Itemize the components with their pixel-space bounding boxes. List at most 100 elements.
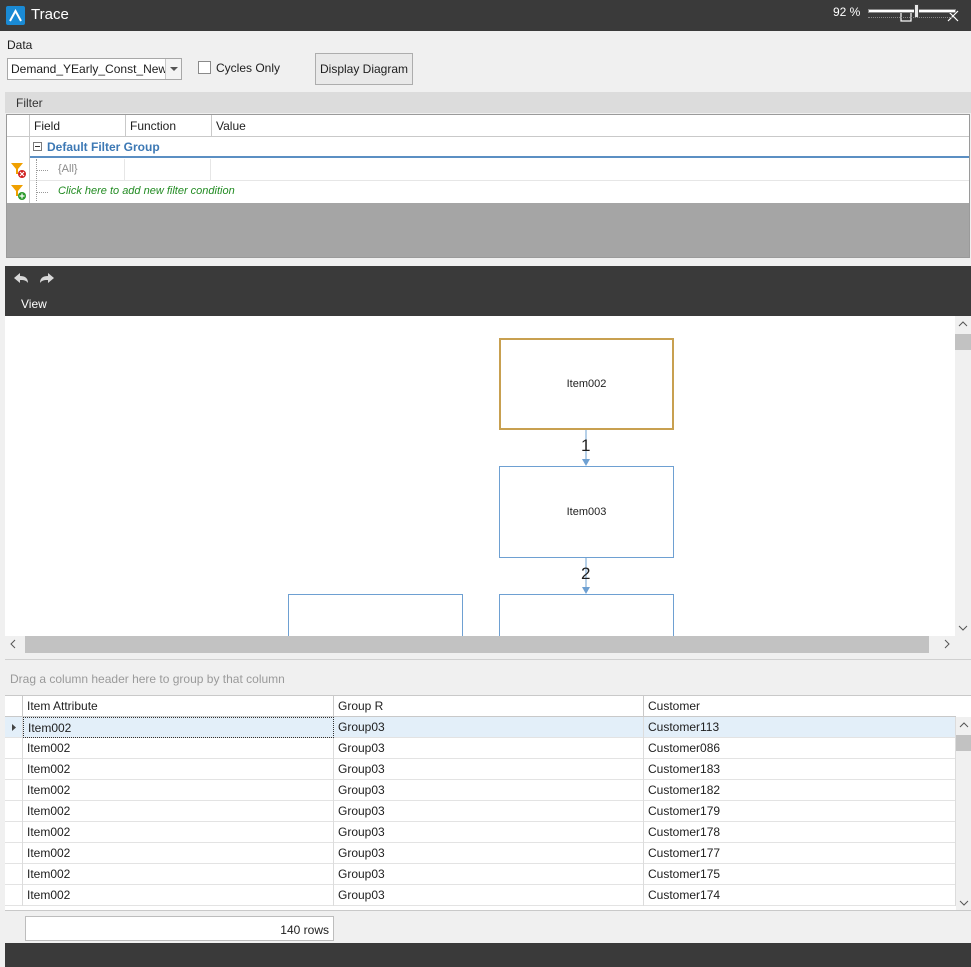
scroll-down-icon[interactable]	[955, 620, 971, 636]
row-indicator[interactable]	[5, 717, 23, 738]
table-cell[interactable]: Group03	[334, 864, 644, 885]
table-cell[interactable]: Item002	[23, 843, 334, 864]
diagram-toolbar: View	[5, 266, 971, 316]
diagram-node[interactable]	[499, 594, 674, 636]
row-count-box: 140 rows	[25, 916, 334, 941]
diagram-node[interactable]	[288, 594, 463, 636]
filter-col-value[interactable]: Value	[212, 115, 969, 136]
table-row[interactable]: Item002 Group03 Customer182	[5, 780, 956, 801]
results-grid: Item Attribute Group R Customer Item002 G…	[5, 695, 971, 910]
table-row[interactable]: Item002 Group03 Customer183	[5, 759, 956, 780]
table-cell[interactable]: Item002	[23, 780, 334, 801]
undo-icon[interactable]	[11, 270, 31, 286]
zoom-slider-ticks	[868, 17, 956, 18]
table-cell[interactable]: Customer177	[644, 843, 956, 864]
group-by-hint: Drag a column header here to group by th…	[10, 672, 285, 686]
table-cell[interactable]: Customer183	[644, 759, 956, 780]
table-row[interactable]: Item002 Group03 Customer086	[5, 738, 956, 759]
column-header-item-attribute[interactable]: Item Attribute	[23, 696, 334, 717]
row-indicator[interactable]	[5, 801, 23, 822]
table-cell[interactable]: Group03	[334, 717, 644, 738]
row-indicator[interactable]	[5, 843, 23, 864]
maximize-button[interactable]	[883, 0, 929, 31]
scroll-right-icon[interactable]	[939, 636, 955, 652]
scroll-up-icon[interactable]	[955, 316, 971, 332]
dataset-dropdown[interactable]: Demand_YEarly_Const_New	[7, 58, 182, 80]
table-row[interactable]: Item002 Group03 Customer177	[5, 843, 956, 864]
scroll-up-icon[interactable]	[956, 717, 971, 733]
filter-col-function[interactable]: Function	[126, 115, 212, 136]
table-cell[interactable]: Group03	[334, 780, 644, 801]
diagram-vertical-scrollbar[interactable]	[955, 316, 971, 636]
row-indicator[interactable]	[5, 885, 23, 906]
table-row[interactable]: Item002 Group03 Customer113	[5, 717, 956, 738]
column-header-customer[interactable]: Customer	[644, 696, 956, 717]
table-cell[interactable]: Customer174	[644, 885, 956, 906]
table-cell[interactable]: Item002	[23, 864, 334, 885]
row-count: 140 rows	[280, 923, 329, 937]
current-row-icon	[12, 724, 16, 731]
table-row[interactable]: Item002 Group03 Customer179	[5, 801, 956, 822]
table-cell[interactable]: Group03	[334, 801, 644, 822]
table-cell[interactable]: Group03	[334, 843, 644, 864]
scroll-thumb[interactable]	[956, 735, 971, 751]
edge-2-arrow	[582, 587, 590, 594]
diagram-horizontal-scrollbar[interactable]	[5, 636, 971, 653]
scroll-thumb[interactable]	[25, 636, 929, 653]
scroll-left-icon[interactable]	[5, 636, 21, 652]
add-filter-icon[interactable]	[10, 183, 28, 201]
table-cell[interactable]: Customer086	[644, 738, 956, 759]
remove-filter-icon[interactable]	[10, 161, 28, 179]
cycles-only-checkbox[interactable]	[198, 61, 211, 74]
table-row[interactable]: Item002 Group03 Customer175	[5, 864, 956, 885]
scroll-thumb[interactable]	[955, 334, 971, 350]
table-cell[interactable]: Group03	[334, 759, 644, 780]
row-indicator[interactable]	[5, 822, 23, 843]
table-cell[interactable]: Item002	[23, 885, 334, 906]
display-diagram-button[interactable]: Display Diagram	[315, 53, 413, 85]
dataset-value: Demand_YEarly_Const_New	[11, 62, 168, 76]
table-cell[interactable]: Customer113	[644, 717, 956, 738]
table-cell[interactable]: Customer179	[644, 801, 956, 822]
table-cell[interactable]: Item002	[23, 717, 334, 738]
filter-grid-header: Field Function Value	[7, 115, 969, 137]
filter-group-row[interactable]: Default Filter Group	[30, 137, 969, 158]
row-indicator[interactable]	[5, 864, 23, 885]
collapse-icon[interactable]	[33, 142, 42, 151]
table-cell[interactable]: Customer182	[644, 780, 956, 801]
table-cell[interactable]: Item002	[23, 801, 334, 822]
row-indicator[interactable]	[5, 759, 23, 780]
column-header-group-r[interactable]: Group R	[334, 696, 644, 717]
view-tab[interactable]: View	[21, 297, 47, 311]
edge-label-1: 1	[581, 436, 591, 455]
diagram-node-item002[interactable]: Item002	[499, 338, 674, 430]
diagram-canvas[interactable]: Item002 1 Item003 2	[5, 316, 957, 636]
zoom-slider-track[interactable]	[868, 9, 956, 13]
table-cell[interactable]: Group03	[334, 885, 644, 906]
row-indicator[interactable]	[5, 738, 23, 759]
zoom-slider-thumb[interactable]	[914, 4, 919, 18]
table-cell[interactable]: Customer178	[644, 822, 956, 843]
edge-1-arrow	[582, 459, 590, 466]
window-title: Trace	[31, 6, 69, 23]
table-cell[interactable]: Group03	[334, 738, 644, 759]
grid-vertical-scrollbar[interactable]	[956, 717, 971, 910]
table-cell[interactable]: Group03	[334, 822, 644, 843]
redo-icon[interactable]	[37, 270, 57, 286]
chevron-down-icon[interactable]	[165, 59, 181, 79]
filter-condition-row[interactable]: {All}	[30, 159, 969, 201]
table-row[interactable]: Item002 Group03 Customer174	[5, 885, 956, 906]
row-indicator[interactable]	[5, 780, 23, 801]
table-cell[interactable]: Item002	[23, 822, 334, 843]
table-cell[interactable]: Item002	[23, 759, 334, 780]
table-cell[interactable]: Item002	[23, 738, 334, 759]
table-row[interactable]: Item002 Group03 Customer178	[5, 822, 956, 843]
group-by-panel[interactable]: Drag a column header here to group by th…	[5, 659, 971, 695]
add-filter-condition-link[interactable]: Click here to add new filter condition	[58, 185, 235, 197]
scroll-down-icon[interactable]	[956, 895, 971, 910]
add-filter-condition-row[interactable]: Click here to add new filter condition	[30, 181, 969, 203]
close-button[interactable]	[930, 0, 971, 31]
filter-col-field[interactable]: Field	[30, 115, 126, 136]
table-cell[interactable]: Customer175	[644, 864, 956, 885]
diagram-node-item003[interactable]: Item003	[499, 466, 674, 558]
